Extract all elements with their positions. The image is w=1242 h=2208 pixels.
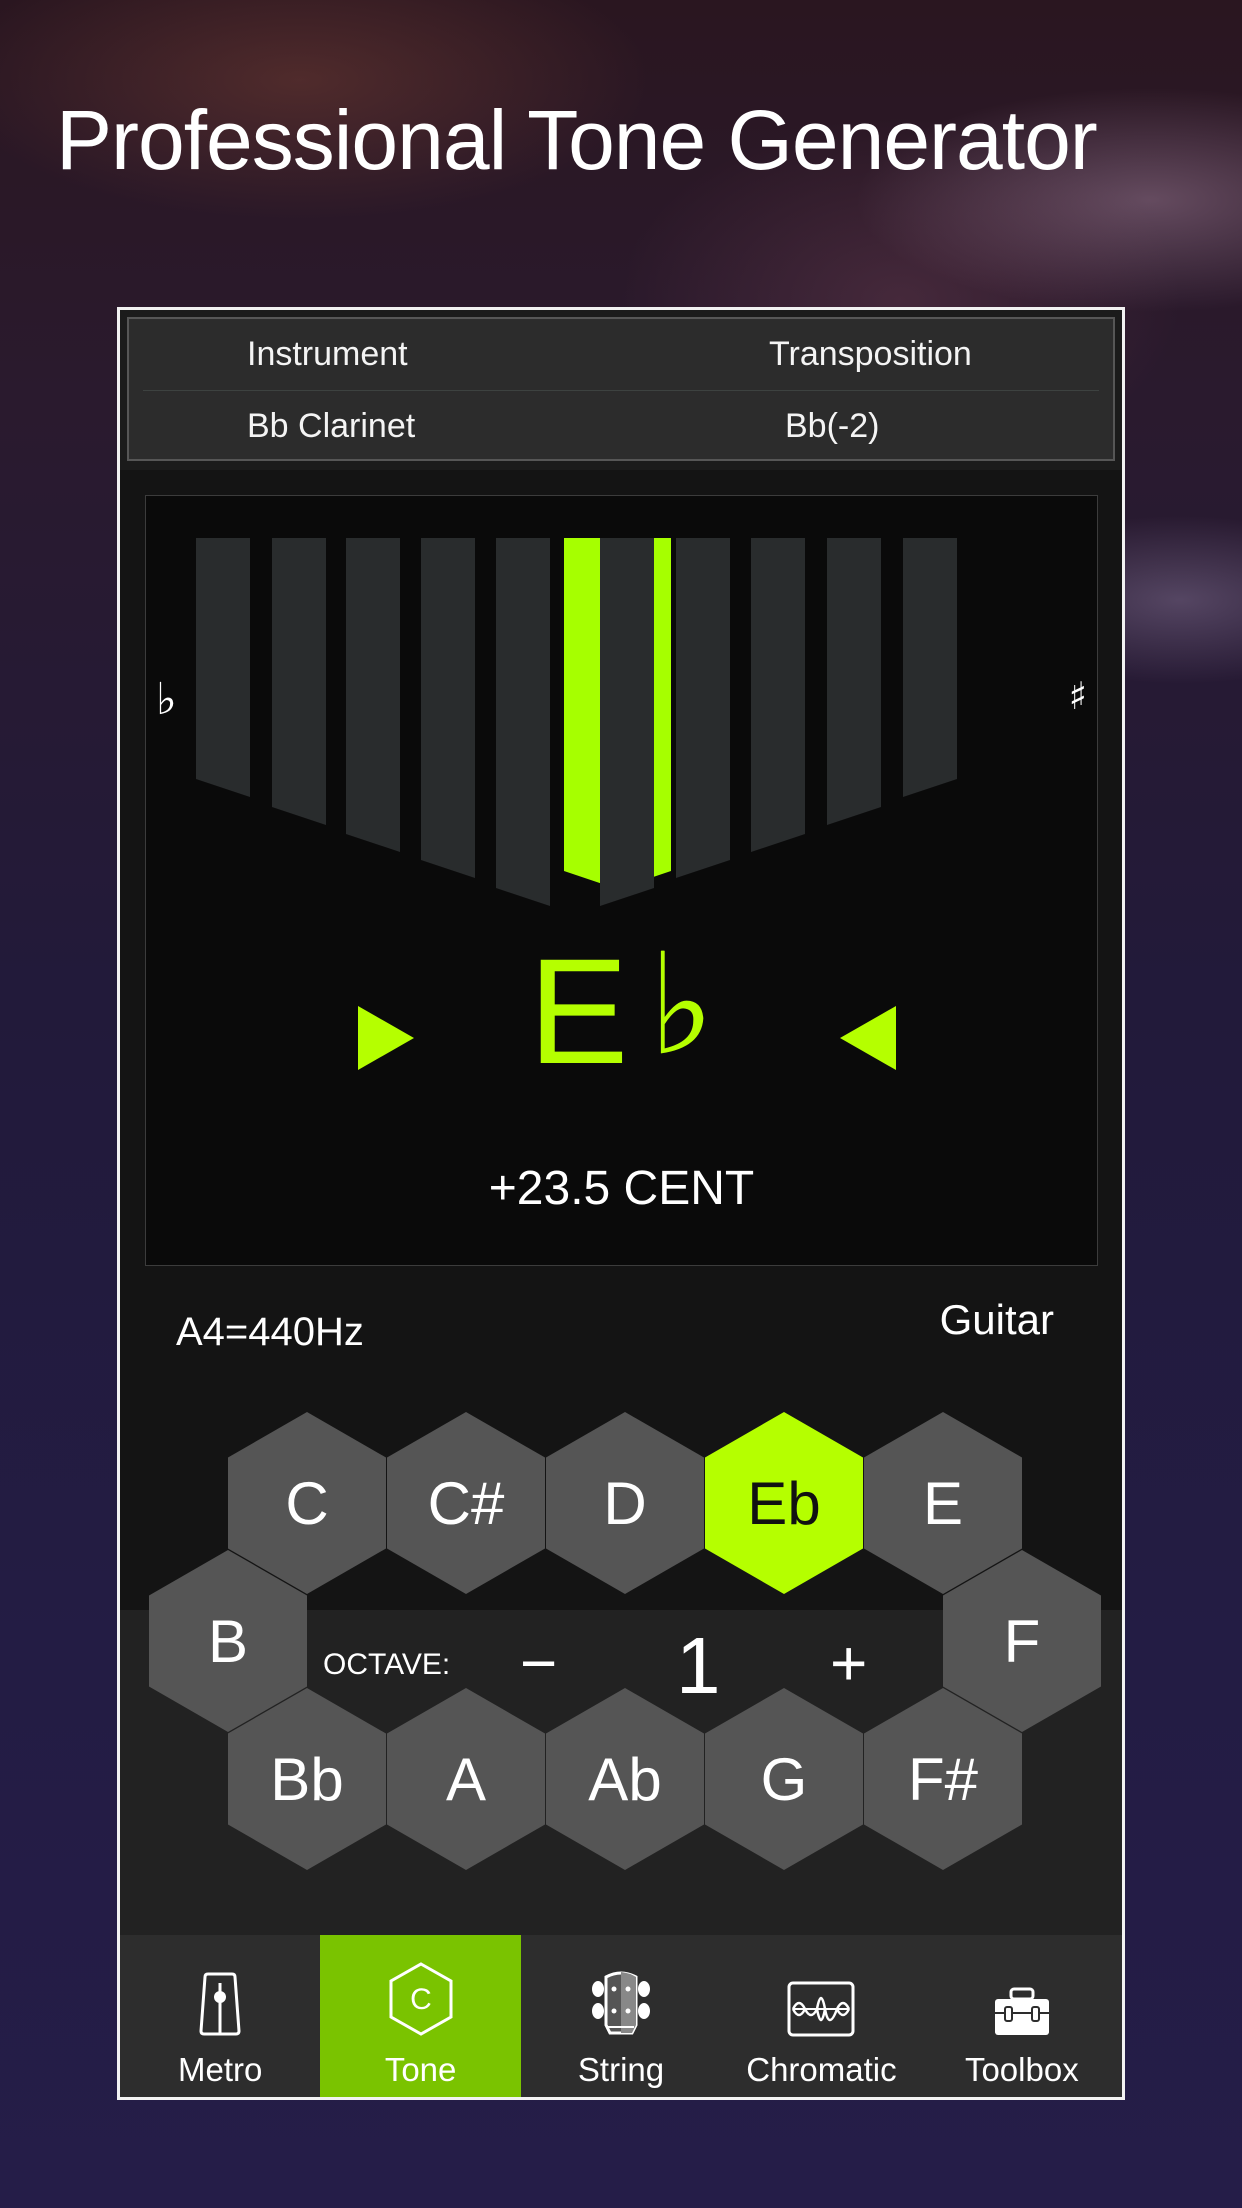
meter-bar	[196, 538, 250, 797]
tuner-display: ♭ ♯ E ♭ +23.5 CENT	[145, 495, 1098, 1266]
tab-toolbox-label: Toolbox	[964, 2051, 1079, 2088]
svg-text:C: C	[410, 1983, 432, 2016]
meter-bar	[346, 538, 400, 852]
left-pointer-icon	[840, 1006, 896, 1070]
meter-bar	[903, 538, 957, 797]
meter-bar	[600, 538, 654, 906]
instrument-header: Instrument	[247, 334, 408, 373]
tab-tone[interactable]: C Tone	[320, 1935, 521, 2097]
octave-decrease-button[interactable]: −	[520, 1626, 557, 1700]
tab-string-label: String	[577, 2051, 665, 2088]
note-key-g[interactable]: G	[705, 1688, 863, 1870]
tab-string[interactable]: String	[521, 1935, 721, 2097]
instrument-mode-button[interactable]: Guitar	[940, 1296, 1054, 1344]
instrument-value[interactable]: Bb Clarinet	[247, 407, 415, 446]
meter-bar	[827, 538, 881, 825]
meter-bar	[272, 538, 326, 825]
cent-readout: +23.5 CENT	[488, 1162, 755, 1215]
hexagon-c-icon: C	[389, 1962, 453, 2036]
app-screen: Instrument Transposition Bb Clarinet Bb(…	[120, 310, 1122, 2097]
note-keypad: C C# D Eb E B OCTAVE: − 1 + F Bb A Ab G …	[120, 1412, 1122, 1892]
reference-pitch[interactable]: A4=440Hz	[176, 1310, 364, 1355]
meter-bar	[421, 538, 475, 878]
info-value-row[interactable]: Bb Clarinet Bb(-2)	[129, 391, 1113, 461]
tab-toolbox[interactable]: Toolbox	[922, 1935, 1122, 2097]
note-accidental: ♭	[648, 924, 715, 1087]
sharp-icon: ♯	[1068, 674, 1087, 718]
note-key-e-flat[interactable]: Eb	[705, 1412, 863, 1594]
headline: Professional Tone Generator	[56, 93, 1098, 187]
note-letter: E	[528, 927, 629, 1095]
tab-tone-label: Tone	[384, 2051, 457, 2088]
toolbox-icon	[994, 1987, 1049, 2035]
tab-metro-label: Metro	[178, 2051, 263, 2088]
guitar-headstock-icon	[592, 1971, 651, 2035]
octave-value: 1	[676, 1621, 721, 1710]
note-key-a-flat[interactable]: Ab	[546, 1688, 704, 1870]
tab-chromatic-label: Chromatic	[746, 2051, 897, 2088]
info-header-row: Instrument Transposition	[129, 319, 1113, 389]
meter-bar	[676, 538, 730, 878]
note-key-c-sharp[interactable]: C#	[387, 1412, 545, 1594]
meter-bar	[751, 538, 805, 852]
flat-icon: ♭	[156, 674, 177, 725]
note-key-d[interactable]: D	[546, 1412, 704, 1594]
transposition-value[interactable]: Bb(-2)	[785, 407, 879, 446]
instrument-info-section: Instrument Transposition Bb Clarinet Bb(…	[120, 310, 1122, 470]
metronome-icon	[199, 1972, 241, 2036]
instrument-info-table[interactable]: Instrument Transposition Bb Clarinet Bb(…	[127, 317, 1115, 461]
waveform-icon	[787, 1981, 855, 2037]
tab-metro[interactable]: Metro	[120, 1935, 320, 2097]
bottom-tab-bar: Metro C Tone String Chromatic Toolbox	[120, 1935, 1122, 2097]
transposition-header: Transposition	[769, 334, 972, 373]
octave-increase-button[interactable]: +	[830, 1626, 867, 1700]
note-key-a[interactable]: A	[387, 1688, 545, 1870]
octave-label: OCTAVE:	[323, 1648, 451, 1681]
current-note: E ♭	[146, 927, 1097, 1095]
tab-chromatic[interactable]: Chromatic	[721, 1935, 921, 2097]
tuning-meter	[196, 538, 957, 906]
meter-bar	[496, 538, 550, 906]
app-frame: Instrument Transposition Bb Clarinet Bb(…	[117, 307, 1125, 2100]
